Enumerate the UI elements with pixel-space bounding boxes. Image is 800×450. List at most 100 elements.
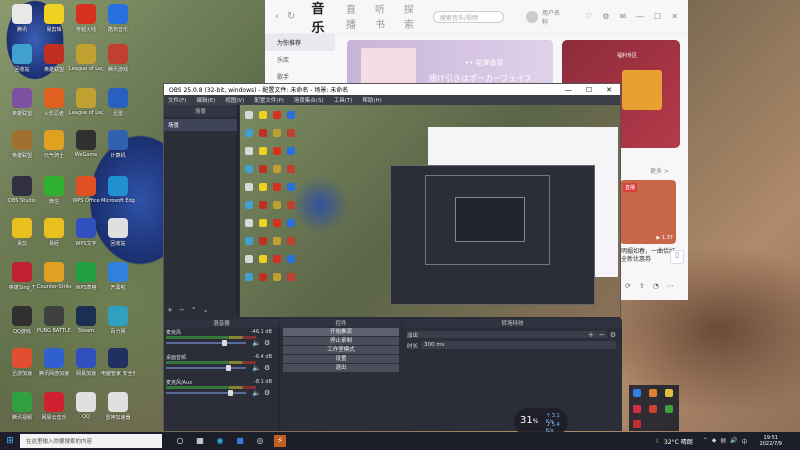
mobile-icon[interactable]: ▯ [670,250,684,264]
settings-button[interactable]: 设置 [283,355,399,363]
desktop-icon[interactable]: 腾讯视频 [5,392,39,421]
tray-app-icon[interactable] [633,389,641,397]
menu-edit[interactable]: 编辑(E) [196,96,215,104]
desktop-icon[interactable]: 火影忍者 [37,88,71,117]
desktop-icon[interactable]: 英雄Sing_T [5,262,39,291]
speaker-icon[interactable]: 🔈 [252,389,261,397]
minimize-icon[interactable]: — [565,86,572,94]
maximize-icon[interactable]: ☐ [654,12,661,21]
edge-icon[interactable]: ◉ [214,435,226,447]
desktop-icon[interactable]: 迅雷 [101,88,135,117]
tray-app-icon[interactable] [633,420,641,428]
desktop-icon[interactable]: 百分网 [101,306,135,335]
desktop-icon[interactable]: WPS文字 [69,218,103,247]
taskbar-clock[interactable]: 19:51 2022/7/9 [760,435,782,447]
maximize-icon[interactable]: ☐ [586,86,592,94]
settings-icon[interactable]: ⚙ [602,12,609,21]
desktop-icon[interactable]: 微信 [37,176,71,205]
tab-music[interactable]: 音乐 [311,0,336,36]
tray-app-icon[interactable] [633,405,641,413]
desktop-icon[interactable]: Counter-Strike Global... [37,262,71,290]
studio-mode-button[interactable]: 工作室模式 [283,346,399,354]
tray-app-icon[interactable] [649,405,657,413]
desktop-icon[interactable]: 网易加速 [69,348,103,377]
add-icon[interactable]: + [588,331,594,339]
weather-widget[interactable]: ☾ 32°C 晴朗 [656,437,693,446]
volume-knob[interactable] [226,365,231,371]
volume-icon[interactable]: 🔊 [730,437,737,446]
desktop-icon[interactable]: QQ游戏 [5,306,39,335]
menu-profile[interactable]: 配置文件(P) [254,96,284,104]
chevron-up-icon[interactable]: ⌃ [703,437,708,446]
minimize-icon[interactable]: — [636,12,644,21]
scene-item[interactable]: 场景 [164,119,237,131]
task-view-icon[interactable]: ○ [174,435,186,447]
tab-audiobook[interactable]: 听书 [375,1,394,31]
desktop-icon[interactable]: 开黑啦 [101,262,135,291]
close-icon[interactable]: ✕ [671,12,678,21]
windows-start-icon[interactable]: ⊞ [0,436,20,446]
desktop-icon[interactable]: 计算机 [101,130,135,159]
menu-help[interactable]: 帮助(H) [362,96,381,104]
desktop-icon[interactable]: OBS Studio [5,176,39,204]
desktop-icon[interactable]: 易剪 [5,218,39,247]
desktop-icon[interactable]: 元气骑士 [37,130,71,159]
move-up-icon[interactable]: ⌃ [191,306,197,314]
desktop-icon[interactable]: 迅游加速 [5,348,39,377]
menu-tools[interactable]: 工具(T) [334,96,353,104]
ime-icon[interactable]: 中 [742,437,748,446]
desktop-icon[interactable]: WPS表格 [69,262,103,291]
app-icon[interactable]: ■ [234,435,246,447]
volume-slider[interactable] [166,342,246,344]
avatar[interactable] [526,10,539,23]
volume-slider[interactable] [166,392,246,394]
speaker-icon[interactable]: 🔈 [252,364,261,372]
app-icon[interactable]: ⚡ [274,435,286,447]
desktop-icon[interactable]: 易经 [37,218,71,247]
desktop-icon[interactable]: PUBG BATTLEGR... [37,306,71,334]
menu-scene-collection[interactable]: 场景集合(S) [294,96,324,104]
desktop-icon[interactable]: League of Legends [69,88,103,116]
playlist-card[interactable]: 直播 ▶ 1.37 [620,180,676,244]
desktop-icon[interactable]: QQ [69,392,103,420]
speaker-icon[interactable]: 🔈 [252,339,261,347]
tab-live[interactable]: 直播 [346,1,365,31]
refresh-icon[interactable]: ↻ [287,11,295,22]
comment-icon[interactable]: ◔ [653,282,659,290]
username[interactable]: 用户名称 [542,8,565,26]
desktop-icon[interactable]: 回收站 [5,44,39,73]
gear-icon[interactable]: ⚙ [264,389,270,397]
desktop-icon[interactable]: 腾讯 [5,4,39,33]
gear-icon[interactable]: ⚙ [610,331,616,339]
desktop-icon[interactable]: 易剪辑 [37,4,71,33]
desktop-icon[interactable]: Microsoft Edge [101,176,135,204]
music-search-input[interactable]: 搜索音乐/视频 [432,10,505,23]
tray-app-icon[interactable] [649,389,657,397]
obs-preview[interactable] [240,105,620,317]
transition-select[interactable] [407,331,607,338]
add-icon[interactable]: + [167,306,173,314]
remove-icon[interactable]: − [179,306,185,314]
desktop-icon[interactable]: 腾讯网游加速 [37,348,71,377]
tray-app-icon[interactable] [665,405,673,413]
desktop-icon[interactable]: 英雄联盟 [5,130,39,159]
desktop-icon[interactable]: 英雄联盟 [5,88,39,117]
mail-icon[interactable]: ✉ [619,12,626,21]
start-streaming-button[interactable]: 开始推流 [283,328,399,336]
close-icon[interactable]: ✕ [606,86,612,94]
desktop-icon[interactable]: WeGame [69,130,103,158]
desktop-icon[interactable]: League of Legends [69,44,103,72]
stop-recording-button[interactable]: 停止录制 [283,337,399,345]
desktop-icon[interactable]: WPS Office [69,176,103,204]
taskbar-search-input[interactable]: 在这里输入你要搜索的内容 [20,434,162,448]
desktop-icon[interactable]: 酷狗音乐 [101,4,135,33]
desktop-icon[interactable]: 网易云音乐 [37,392,71,421]
desktop-icon[interactable]: 电脑管家 安全管家 [101,348,135,377]
shield-icon[interactable]: ◆ [712,437,717,446]
menu-view[interactable]: 视图(V) [225,96,244,104]
gear-icon[interactable]: ⚙ [264,364,270,372]
desktop-icon[interactable]: 回收站 [101,218,135,247]
move-down-icon[interactable]: ⌄ [203,306,209,314]
refresh-icon[interactable]: ⟳ [625,282,631,290]
remove-icon[interactable]: − [599,331,605,339]
